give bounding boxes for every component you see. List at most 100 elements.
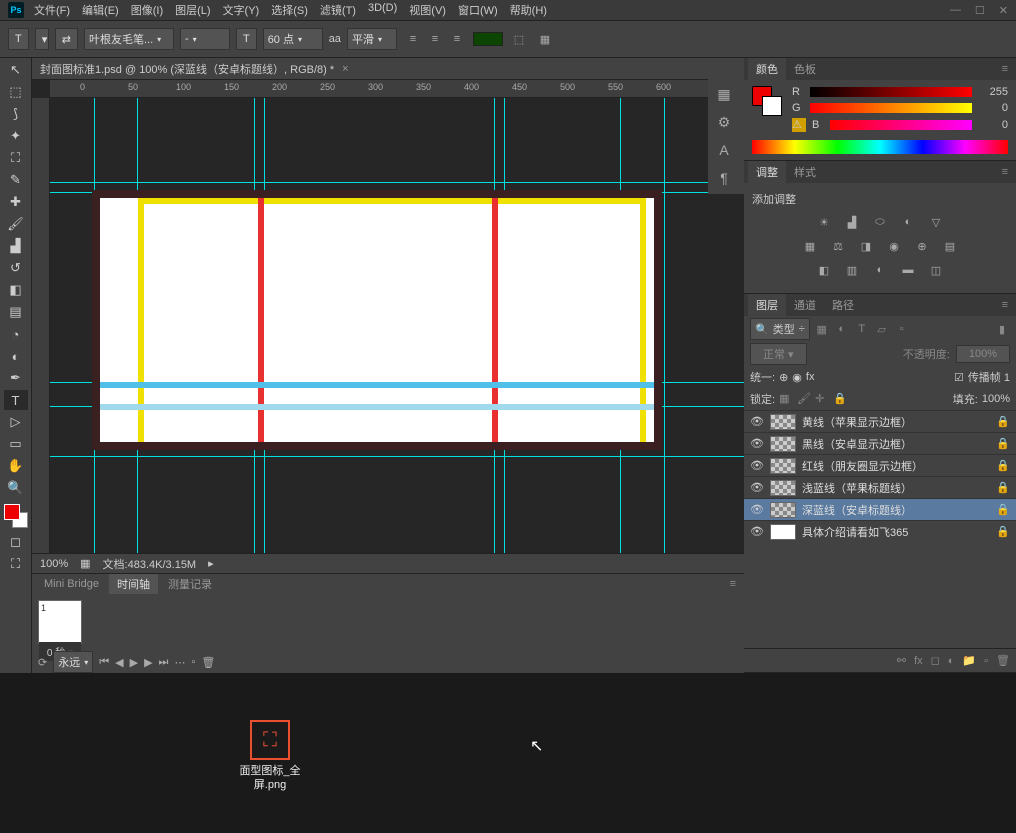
align-center-icon[interactable]: ≡ xyxy=(425,29,445,49)
menu-file[interactable]: 文件(F) xyxy=(34,2,70,18)
eraser-tool[interactable]: ◧ xyxy=(4,280,28,300)
brush-tool[interactable]: 🖌 xyxy=(4,214,28,234)
unify-visibility-icon[interactable]: ◉ xyxy=(792,371,802,384)
layer-name[interactable]: 浅蓝线（苹果标题线） xyxy=(802,480,990,496)
filter-adjust-icon[interactable]: ◐ xyxy=(834,321,850,337)
new-group-icon[interactable]: 📁 xyxy=(962,654,976,667)
last-frame-icon[interactable]: ⏭ xyxy=(159,656,169,669)
r-slider[interactable] xyxy=(810,87,972,97)
quick-mask-icon[interactable]: ◻ xyxy=(4,532,28,552)
font-style-dropdown[interactable]: -▾ xyxy=(180,28,230,50)
menu-select[interactable]: 选择(S) xyxy=(271,2,308,18)
visibility-icon[interactable]: 👁 xyxy=(750,503,764,517)
rectangle-tool[interactable]: ▭ xyxy=(4,434,28,454)
character-panel-icon[interactable]: ▦ xyxy=(535,29,555,49)
menu-layer[interactable]: 图层(L) xyxy=(175,2,210,18)
canvas-viewport[interactable]: 0 50 100 150 200 250 300 350 400 450 500… xyxy=(32,80,744,553)
tab-measure[interactable]: 测量记录 xyxy=(160,574,220,594)
layer-thumb[interactable] xyxy=(770,458,796,474)
layer-name[interactable]: 黑线（安卓显示边框） xyxy=(802,436,990,452)
hue-icon[interactable]: ▦ xyxy=(801,237,819,255)
filter-smart-icon[interactable]: ▫ xyxy=(894,321,910,337)
menu-image[interactable]: 图像(I) xyxy=(131,2,163,18)
tool-preset-dropdown[interactable]: ▾ xyxy=(35,28,49,50)
lock-icon[interactable]: 🔒 xyxy=(996,525,1010,538)
play-icon[interactable]: ▶ xyxy=(130,656,138,669)
zoom-level[interactable]: 100% xyxy=(40,558,68,570)
link-layers-icon[interactable]: ⚯ xyxy=(897,654,906,667)
menu-edit[interactable]: 编辑(E) xyxy=(82,2,119,18)
new-fill-layer-icon[interactable]: ◐ xyxy=(948,655,955,667)
font-size-dropdown[interactable]: 60 点▾ xyxy=(263,28,323,50)
delete-frame-icon[interactable]: 🗑 xyxy=(201,656,215,669)
minimize-icon[interactable]: — xyxy=(950,4,961,17)
lock-icon[interactable]: 🔒 xyxy=(996,481,1010,494)
lock-transparent-icon[interactable]: ▦ xyxy=(779,392,793,406)
tab-minibridge[interactable]: Mini Bridge xyxy=(36,576,107,592)
layer-thumb[interactable] xyxy=(770,414,796,430)
filter-shape-icon[interactable]: ▱ xyxy=(874,321,890,337)
blur-tool[interactable]: ◔ xyxy=(4,324,28,344)
lock-pixels-icon[interactable]: 🖌 xyxy=(797,392,811,406)
exposure-icon[interactable]: ◐ xyxy=(899,213,917,231)
type-tool[interactable]: T xyxy=(4,390,28,410)
horizontal-ruler[interactable]: 0 50 100 150 200 250 300 350 400 450 500… xyxy=(50,80,744,98)
healing-tool[interactable]: ✚ xyxy=(4,192,28,212)
layer-thumb[interactable] xyxy=(770,502,796,518)
tab-channels[interactable]: 通道 xyxy=(786,294,824,316)
gamut-warning-icon[interactable]: ⚠ xyxy=(792,118,806,132)
menu-3d[interactable]: 3D(D) xyxy=(368,2,397,18)
channelmixer-icon[interactable]: ⊕ xyxy=(913,237,931,255)
unify-style-icon[interactable]: fx xyxy=(806,371,815,383)
brightness-icon[interactable]: ☀ xyxy=(815,213,833,231)
tab-styles[interactable]: 样式 xyxy=(786,161,824,183)
next-frame-icon[interactable]: ▶ xyxy=(144,656,152,669)
gradient-tool[interactable]: ▤ xyxy=(4,302,28,322)
desktop-file[interactable]: ⛶ 面型图标_全屏.png xyxy=(230,720,310,792)
photofilter-icon[interactable]: ◉ xyxy=(885,237,903,255)
tab-swatches[interactable]: 色板 xyxy=(786,58,824,80)
lock-icon[interactable]: 🔒 xyxy=(996,437,1010,450)
guide[interactable] xyxy=(664,98,665,553)
bw-icon[interactable]: ◨ xyxy=(857,237,875,255)
layer-row[interactable]: 👁 黄线（苹果显示边框） 🔒 xyxy=(744,410,1016,432)
layer-name[interactable]: 深蓝线（安卓标题线） xyxy=(802,502,990,518)
panel-menu-icon[interactable]: ≡ xyxy=(998,63,1012,75)
layer-row[interactable]: 👁 深蓝线（安卓标题线） 🔒 xyxy=(744,498,1016,520)
stamp-tool[interactable]: ▟ xyxy=(4,236,28,256)
visibility-icon[interactable]: 👁 xyxy=(750,437,764,451)
doc-info-icon[interactable]: ▦ xyxy=(80,557,90,570)
new-frame-icon[interactable]: ▫ xyxy=(191,656,195,668)
layer-name[interactable]: 红线（朋友圈显示边框） xyxy=(802,458,990,474)
tab-paths[interactable]: 路径 xyxy=(824,294,862,316)
guide[interactable] xyxy=(50,456,744,457)
invert-icon[interactable]: ◧ xyxy=(815,261,833,279)
visibility-icon[interactable]: 👁 xyxy=(750,459,764,473)
text-color-swatch[interactable] xyxy=(473,32,503,46)
filter-type-icon[interactable]: T xyxy=(854,321,870,337)
levels-icon[interactable]: ▟ xyxy=(843,213,861,231)
layer-thumb[interactable] xyxy=(770,524,796,540)
opacity-field[interactable]: 100% xyxy=(956,345,1010,363)
animation-frame[interactable]: 1 0 秒 ▾ xyxy=(38,600,82,644)
selective-icon[interactable]: ◫ xyxy=(927,261,945,279)
layer-row[interactable]: 👁 黑线（安卓显示边框） 🔒 xyxy=(744,432,1016,454)
character-panel-icon[interactable]: A xyxy=(714,140,734,160)
lock-icon[interactable]: 🔒 xyxy=(996,503,1010,516)
menu-window[interactable]: 窗口(W) xyxy=(458,2,498,18)
tween-icon[interactable]: ⋯ xyxy=(174,656,185,669)
blend-mode-dropdown[interactable]: 正常 ▾ xyxy=(750,343,807,365)
tab-timeline[interactable]: 时间轴 xyxy=(109,574,158,594)
loop-dropdown[interactable]: 永远 ▾ xyxy=(53,651,93,673)
canvas[interactable] xyxy=(92,190,662,450)
layer-row[interactable]: 👁 浅蓝线（苹果标题线） 🔒 xyxy=(744,476,1016,498)
guide[interactable] xyxy=(50,182,744,183)
lock-icon[interactable]: 🔒 xyxy=(996,415,1010,428)
menu-help[interactable]: 帮助(H) xyxy=(510,2,547,18)
unify-position-icon[interactable]: ⊕ xyxy=(779,371,788,384)
lock-position-icon[interactable]: ✛ xyxy=(815,392,829,406)
menu-type[interactable]: 文字(Y) xyxy=(223,2,260,18)
visibility-icon[interactable]: 👁 xyxy=(750,415,764,429)
magic-wand-tool[interactable]: ✦ xyxy=(4,126,28,146)
g-value[interactable]: 0 xyxy=(978,102,1008,114)
